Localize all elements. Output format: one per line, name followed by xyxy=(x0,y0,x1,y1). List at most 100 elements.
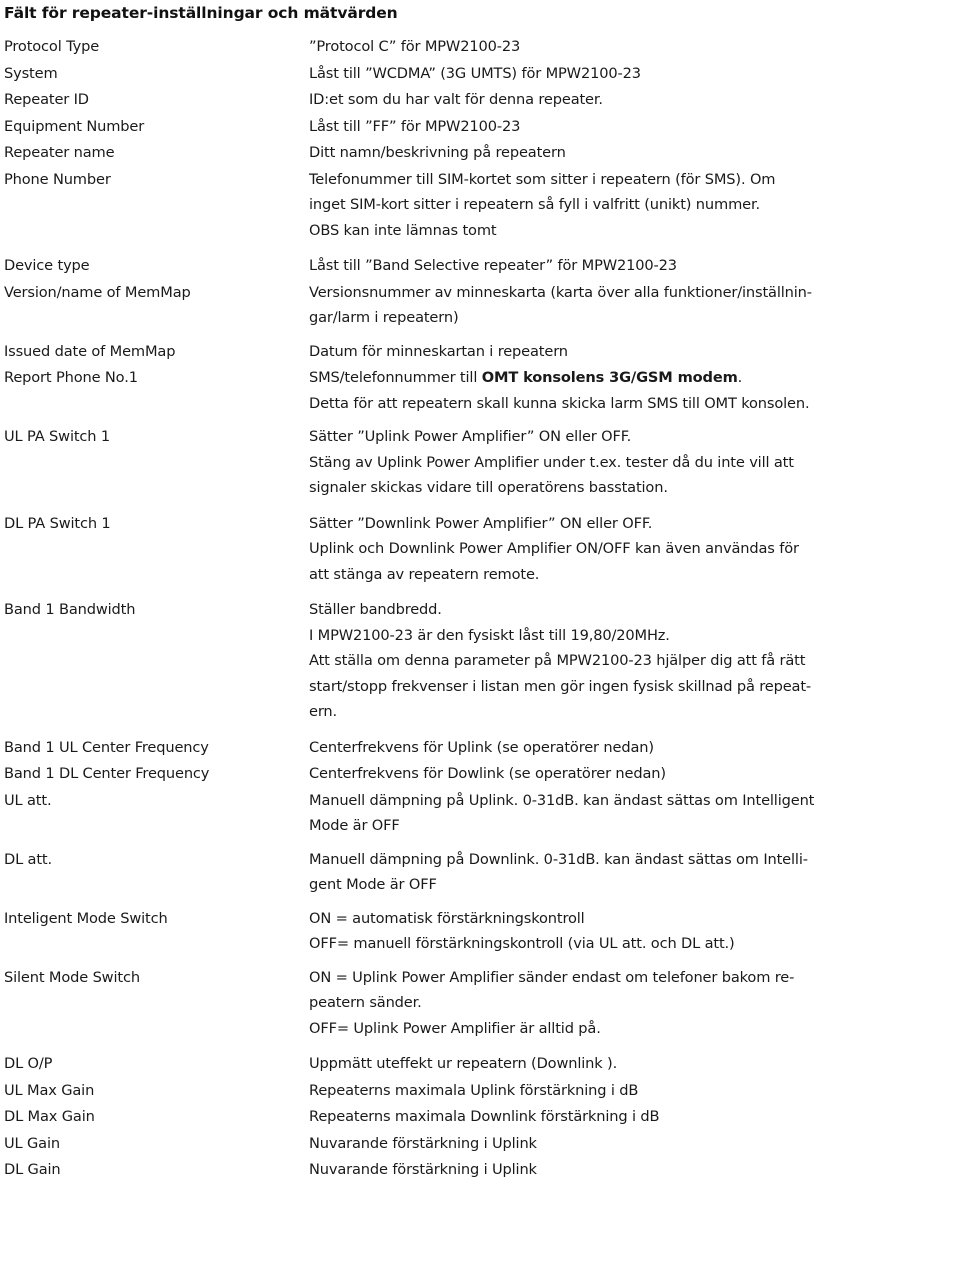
table-row: Equipment Number Låst till ”FF” för MPW21… xyxy=(0,114,960,140)
table-row: Issued date of MemMap Datum för minneskar… xyxy=(0,339,960,365)
field-description: Låst till ”FF” för MPW2100-23 xyxy=(309,114,960,140)
field-label: Silent Mode Switch xyxy=(4,968,140,986)
description-text-tail: . xyxy=(737,369,743,386)
table-row: Band 1 UL Center Frequency Centerfrekvens… xyxy=(0,735,960,761)
field-label: Issued date of MemMap xyxy=(4,342,176,360)
description-line: inget SIM-kort sitter i repeatern så fyl… xyxy=(309,196,760,213)
field-label: DL Gain xyxy=(4,1161,61,1178)
field-label: UL Max Gain xyxy=(4,1081,95,1099)
description-line: gent Mode är OFF xyxy=(309,876,437,893)
description-line: Repeaterns maximala Uplink förstärkning … xyxy=(309,1081,639,1099)
field-label: DL att. xyxy=(4,850,52,868)
table-row: UL PA Switch 1 Sätter ”Uplink Power Ampli… xyxy=(0,424,960,501)
field-label: Phone Number xyxy=(4,170,111,188)
table-row: Protocol Type ”Protocol C” för MPW2100-23 xyxy=(0,34,960,60)
description-line: Sätter ”Downlink Power Amplifier” ON ell… xyxy=(309,514,653,532)
field-description: SMS/telefonnummer till OMT konsolens 3G/… xyxy=(309,365,960,416)
field-label: UL PA Switch 1 xyxy=(4,428,111,445)
field-label: System xyxy=(4,64,58,82)
description-line: Detta för att repeatern skall kunna skic… xyxy=(309,394,810,412)
description-line: ON = automatisk förstärkningskontroll xyxy=(309,909,585,927)
description-line: Sätter ”Uplink Power Amplifier” ON eller… xyxy=(309,428,632,445)
description-line: Låst till ”WCDMA” (3G UMTS) för MPW2100-… xyxy=(309,64,641,82)
field-label: Version/name of MemMap xyxy=(4,283,191,301)
description-emphasis: OMT konsolens 3G/GSM modem xyxy=(481,369,738,386)
table-row: Version/name of MemMap Versionsnummer av … xyxy=(0,280,960,331)
field-label: DL Max Gain xyxy=(4,1108,95,1125)
table-row: UL Max Gain Repeaterns maximala Uplink fö… xyxy=(0,1078,960,1104)
document-page: Fält för repeater-inställningar och mätv… xyxy=(0,0,960,1272)
description-line: ”Protocol C” för MPW2100-23 xyxy=(309,38,521,55)
description-line: start/stopp frekvenser i listan men gör … xyxy=(309,677,812,695)
field-description: Nuvarande förstärkning i Uplink xyxy=(309,1131,960,1157)
field-label: DL PA Switch 1 xyxy=(4,514,111,532)
field-label: Protocol Type xyxy=(4,38,100,55)
table-row: Band 1 Bandwidth Ställer bandbredd. I MPW2… xyxy=(0,597,960,725)
description-line: peatern sänder. xyxy=(309,994,422,1011)
description-line: Stäng av Uplink Power Amplifier under t.… xyxy=(309,453,794,471)
field-description: Versionsnummer av minneskarta (karta öve… xyxy=(309,280,960,331)
page-title: Fält för repeater-inställningar och mätv… xyxy=(4,4,398,22)
description-line: Nuvarande förstärkning i Uplink xyxy=(309,1134,537,1152)
description-line: Låst till ”Band Selective repeater” för … xyxy=(309,257,677,274)
table-row: Repeater name Ditt namn/beskrivning på re… xyxy=(0,140,960,166)
field-label: Band 1 Bandwidth xyxy=(4,601,136,618)
table-row: Inteligent Mode Switch ON = automatisk fö… xyxy=(0,906,960,957)
description-line: Manuell dämpning på Uplink. 0-31dB. kan … xyxy=(309,791,815,809)
field-description: Sätter ”Downlink Power Amplifier” ON ell… xyxy=(309,511,960,588)
field-description: ”Protocol C” för MPW2100-23 xyxy=(309,34,960,60)
field-description: Manuell dämpning på Downlink. 0-31dB. ka… xyxy=(309,847,960,898)
description-text: SMS/telefonnummer till xyxy=(309,369,482,386)
description-line: Datum för minneskartan i repeatern xyxy=(309,342,568,360)
description-line: Låst till ”FF” för MPW2100-23 xyxy=(309,117,521,135)
field-label: DL O/P xyxy=(4,1055,53,1072)
field-label: Report Phone No.1 xyxy=(4,369,138,386)
field-label: UL att. xyxy=(4,791,52,809)
description-line: Uppmätt uteffekt ur repeatern (Downlink … xyxy=(309,1055,618,1072)
field-label: Band 1 DL Center Frequency xyxy=(4,765,210,782)
field-label: UL Gain xyxy=(4,1134,60,1152)
description-line: ID:et som du har valt för denna repeater… xyxy=(309,91,603,108)
field-description: Nuvarande förstärkning i Uplink xyxy=(309,1157,960,1183)
description-line: ON = Uplink Power Amplifier sänder endas… xyxy=(309,968,795,986)
description-line: Versionsnummer av minneskarta (karta öve… xyxy=(309,283,812,301)
field-description: Ställer bandbredd. I MPW2100-23 är den fy… xyxy=(309,597,960,725)
description-line: I MPW2100-23 är den fysiskt låst till 19… xyxy=(309,626,670,644)
table-row: DL Gain Nuvarande förstärkning i Uplink xyxy=(0,1157,960,1183)
field-description: ON = automatisk förstärkningskontroll OFF… xyxy=(309,906,960,957)
field-label: Equipment Number xyxy=(4,117,145,135)
description-line: Nuvarande förstärkning i Uplink xyxy=(309,1161,537,1178)
description-line: Telefonummer till SIM-kortet som sitter … xyxy=(309,170,776,188)
table-row: System Låst till ”WCDMA” (3G UMTS) för MP… xyxy=(0,61,960,87)
field-description: ID:et som du har valt för denna repeater… xyxy=(309,87,960,113)
field-description: Datum för minneskartan i repeatern xyxy=(309,339,960,365)
table-row: Device type Låst till ”Band Selective rep… xyxy=(0,253,960,279)
description-line: Centerfrekvens för Dowlink (se operatöre… xyxy=(309,765,666,782)
field-description: Uppmätt uteffekt ur repeatern (Downlink … xyxy=(309,1051,960,1077)
field-label: Inteligent Mode Switch xyxy=(4,909,168,927)
table-row: UL att. Manuell dämpning på Uplink. 0-31d… xyxy=(0,788,960,839)
table-row: Phone Number Telefonummer till SIM-kortet… xyxy=(0,167,960,244)
field-description: Centerfrekvens för Uplink (se operatörer… xyxy=(309,735,960,761)
field-description: ON = Uplink Power Amplifier sänder endas… xyxy=(309,965,960,1042)
description-line: signaler skickas vidare till operatörens… xyxy=(309,479,668,496)
description-line: ern. xyxy=(309,703,338,720)
field-description: Repeaterns maximala Uplink förstärkning … xyxy=(309,1078,960,1104)
field-description: Låst till ”Band Selective repeater” för … xyxy=(309,253,960,279)
description-line: Centerfrekvens för Uplink (se operatörer… xyxy=(309,738,654,756)
field-label: Band 1 UL Center Frequency xyxy=(4,738,209,756)
table-row: Silent Mode Switch ON = Uplink Power Ampl… xyxy=(0,965,960,1042)
description-line: Manuell dämpning på Downlink. 0-31dB. ka… xyxy=(309,850,808,868)
field-description: Telefonummer till SIM-kortet som sitter … xyxy=(309,167,960,244)
description-line: Att ställa om denna parameter på MPW2100… xyxy=(309,652,806,669)
table-row: Report Phone No.1 SMS/telefonnummer till … xyxy=(0,365,960,416)
field-description: Låst till ”WCDMA” (3G UMTS) för MPW2100-… xyxy=(309,61,960,87)
field-description: Sätter ”Uplink Power Amplifier” ON eller… xyxy=(309,424,960,501)
settings-table: Protocol Type ”Protocol C” för MPW2100-23… xyxy=(0,34,960,1184)
description-line: att stänga av repeatern remote. xyxy=(309,565,540,583)
description-line: Repeaterns maximala Downlink förstärknin… xyxy=(309,1108,660,1125)
table-row: Repeater ID ID:et som du har valt för den… xyxy=(0,87,960,113)
description-line: Mode är OFF xyxy=(309,817,400,834)
description-line: Ditt namn/beskrivning på repeatern xyxy=(309,144,566,161)
description-line: OFF= Uplink Power Amplifier är alltid på… xyxy=(309,1019,601,1037)
